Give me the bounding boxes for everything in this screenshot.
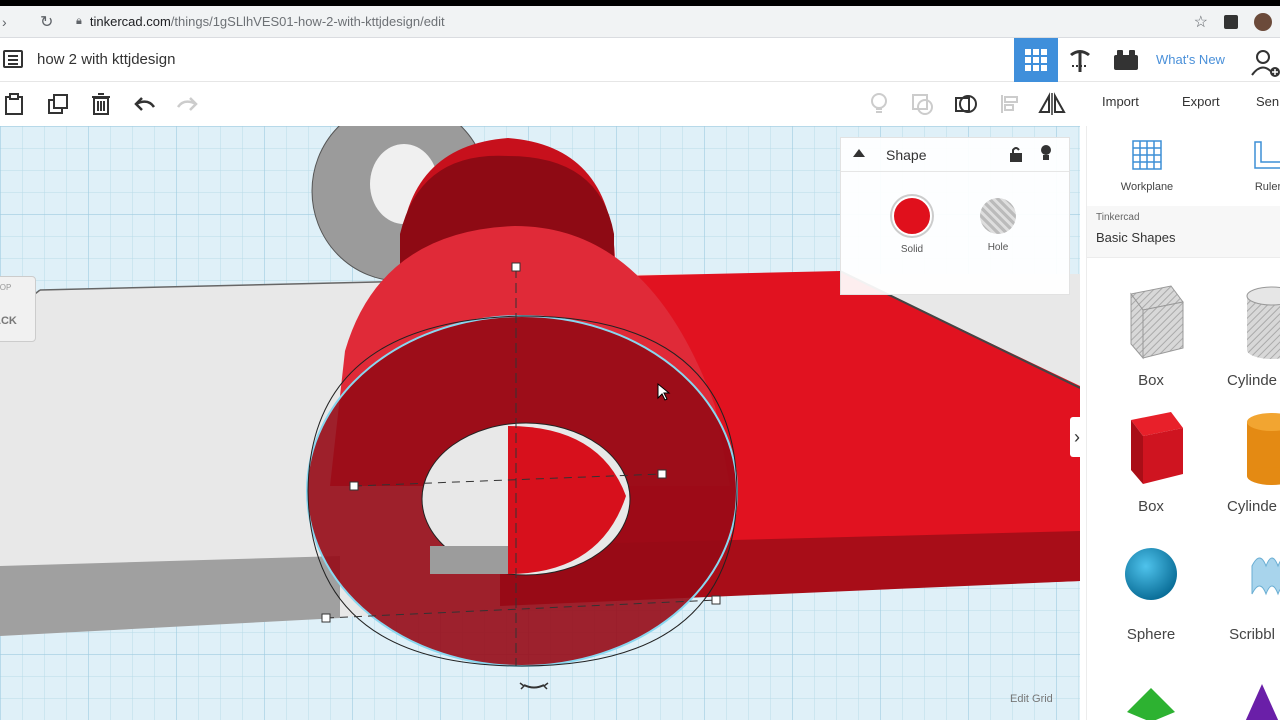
ungroup-button[interactable]: [952, 90, 980, 118]
hole-option[interactable]: Hole: [968, 196, 1028, 253]
shape-sphere[interactable]: Sphere: [1096, 536, 1206, 643]
url-text[interactable]: tinkercad.com/things/1gSLlhVES01-how-2-w…: [90, 14, 445, 29]
lightbulb-icon[interactable]: [1039, 144, 1053, 162]
resize-handle-bottom-left[interactable]: [321, 613, 331, 623]
pyramid-purple-icon: [1245, 684, 1279, 720]
pyramid-green-icon: [1127, 688, 1175, 720]
shape-box-hole[interactable]: Box: [1096, 282, 1206, 389]
shape-label: Cylinde: [1226, 498, 1278, 515]
solid-label: Solid: [900, 244, 924, 255]
shape-cylinder-hole[interactable]: Cylinde: [1197, 282, 1280, 389]
note-button[interactable]: [865, 90, 893, 118]
bricks-view-button[interactable]: [1104, 38, 1148, 82]
mirror-button[interactable]: [1038, 90, 1066, 118]
trash-icon: [92, 93, 110, 115]
shape-label: Box: [1138, 498, 1164, 515]
delete-button[interactable]: [87, 90, 115, 118]
clipboard-icon: [5, 93, 23, 115]
shape-label: Box: [1138, 372, 1164, 389]
brick-icon: [1114, 50, 1138, 70]
undo-icon: [134, 97, 156, 111]
codeblocks-button[interactable]: [1058, 38, 1102, 82]
shape-panel-title: Shape: [886, 147, 927, 163]
redo-icon: [176, 97, 198, 111]
resize-handle-top[interactable]: [511, 262, 521, 272]
duplicate-button[interactable]: [44, 90, 72, 118]
box-red-icon: [1131, 412, 1183, 484]
ruler-label: Ruler: [1254, 181, 1280, 193]
collapse-sidebar-chevron-icon[interactable]: ›: [1070, 417, 1084, 457]
view-cube-back-label: ACK: [0, 315, 17, 327]
bookmark-star-icon[interactable]: ☆: [1194, 12, 1208, 32]
url-path: /things/1gSLlhVES01-how-2-with-kttjdesig…: [170, 14, 445, 29]
cylinder-hole-icon: [1246, 286, 1280, 359]
shape-scribble[interactable]: Scribbl: [1197, 536, 1280, 643]
hole-swatch[interactable]: [980, 198, 1016, 234]
resize-handle-bottom-right[interactable]: [711, 595, 721, 605]
view-cube[interactable]: TOP ACK: [0, 276, 36, 342]
app-header: how 2 with kttjdesign What's New: [0, 38, 1280, 82]
scribble-icon: [1251, 557, 1280, 596]
back-arrow-icon[interactable]: ›: [2, 14, 22, 30]
extension-icon[interactable]: [1224, 15, 1238, 29]
import-button[interactable]: Import: [1102, 94, 1139, 109]
shape-category-selector[interactable]: Tinkercad Basic Shapes: [1087, 206, 1280, 258]
hole-label: Hole: [987, 242, 1009, 253]
workplane-tool[interactable]: Workplane: [1117, 138, 1177, 193]
solid-option[interactable]: Solid: [882, 196, 942, 255]
paste-button[interactable]: [0, 90, 28, 118]
ungroup-icon: [955, 95, 977, 113]
resize-handle-left[interactable]: [349, 481, 359, 491]
shape-panel-header: Shape: [841, 138, 1069, 172]
whats-new-link[interactable]: What's New: [1156, 52, 1225, 67]
workplane-label: Workplane: [1120, 181, 1174, 193]
add-user-icon[interactable]: [1250, 48, 1280, 78]
lock-icon[interactable]: [1009, 146, 1023, 162]
edit-grid-button[interactable]: Edit Grid: [1010, 693, 1053, 705]
url-host: tinkercad.com: [89, 14, 171, 29]
ruler-tool[interactable]: Ruler: [1243, 138, 1280, 193]
shape-box-solid[interactable]: Box: [1096, 408, 1206, 515]
group-button[interactable]: [908, 90, 936, 118]
duplicate-icon: [48, 94, 68, 114]
solid-color-swatch[interactable]: [892, 196, 932, 236]
group-icon: [912, 94, 933, 115]
undo-button[interactable]: [131, 90, 159, 118]
3d-view-button[interactable]: [1014, 38, 1058, 82]
shape-cylinder-solid[interactable]: Cylinde: [1197, 408, 1280, 515]
reload-icon[interactable]: ↻: [40, 12, 60, 32]
resize-handle-right[interactable]: [657, 469, 667, 479]
lock-icon[interactable]: 🔒︎: [76, 15, 82, 28]
design-title[interactable]: how 2 with kttjdesign: [37, 51, 175, 68]
send-to-button[interactable]: Sen: [1256, 94, 1279, 109]
design-menu-icon[interactable]: [3, 50, 23, 68]
profile-avatar[interactable]: [1254, 13, 1272, 31]
box-hole-icon: [1130, 285, 1184, 360]
shape-label: Scribbl: [1229, 626, 1275, 643]
lightbulb-icon: [871, 93, 887, 113]
shape-label: Cylinde: [1226, 372, 1278, 389]
edit-toolbar: Import Export Sen: [0, 82, 1280, 126]
collapse-caret-icon[interactable]: [853, 149, 865, 157]
pickaxe-icon: [1070, 50, 1090, 72]
browser-address-bar: › ↻ 🔒︎ tinkercad.com/things/1gSLlhVES01-…: [0, 6, 1280, 38]
shape-label: Sphere: [1126, 626, 1176, 643]
view-cube-top-label: TOP: [0, 283, 12, 292]
shapes-sidebar: Workplane Ruler Tinkercad Basic Shapes B…: [1086, 126, 1280, 720]
align-button[interactable]: [996, 90, 1024, 118]
grid-icon: [1025, 49, 1047, 71]
workplane-icon: [1132, 140, 1162, 170]
shape-inspector-panel: Shape Solid Hole: [840, 137, 1070, 295]
export-button[interactable]: Export: [1182, 94, 1220, 109]
align-icon: [1001, 95, 1018, 113]
mirror-icon: [1038, 92, 1066, 115]
category-source: Tinkercad: [1096, 212, 1140, 223]
ruler-icon: [1254, 141, 1280, 169]
sphere-blue-icon: [1125, 548, 1177, 600]
cylinder-orange-icon: [1247, 413, 1280, 485]
category-name: Basic Shapes: [1096, 230, 1176, 245]
redo-button[interactable]: [173, 90, 201, 118]
